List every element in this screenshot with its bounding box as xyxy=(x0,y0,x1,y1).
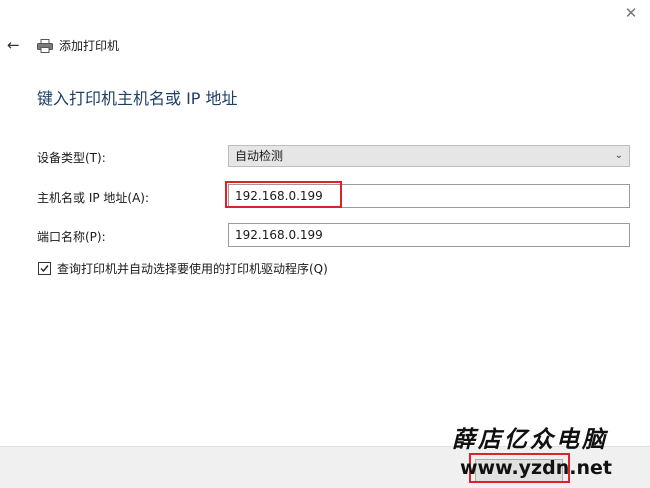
close-icon[interactable]: ✕ xyxy=(624,6,638,21)
query-printer-label[interactable]: 查询打印机并自动选择要使用的打印机驱动程序(Q) xyxy=(57,261,328,277)
wizard-title: 添加打印机 xyxy=(59,39,120,53)
port-name-label: 端口名称(P): xyxy=(37,230,106,244)
device-type-value: 自动检测 xyxy=(235,149,284,163)
back-arrow-icon[interactable]: ← xyxy=(7,36,20,54)
device-type-label: 设备类型(T): xyxy=(37,151,106,165)
device-type-select[interactable]: 自动检测 ⌄ xyxy=(228,145,630,167)
add-printer-window: ✕ ← 添加打印机 键入打印机主机名或 IP 地址 设备类型(T): 自动检测 … xyxy=(0,0,650,488)
checkmark-icon xyxy=(40,265,49,273)
watermark-text: 薛店亿众电脑 xyxy=(452,426,608,453)
query-printer-checkbox[interactable] xyxy=(38,262,51,275)
page-heading: 键入打印机主机名或 IP 地址 xyxy=(37,89,238,108)
printer-icon xyxy=(37,38,53,53)
port-name-input[interactable]: 192.168.0.199 xyxy=(228,223,630,247)
watermark-url: www.yzdn.net xyxy=(460,457,612,479)
hostname-highlight-annotation xyxy=(225,181,342,208)
hostname-label: 主机名或 IP 地址(A): xyxy=(37,191,150,205)
chevron-down-icon: ⌄ xyxy=(614,150,623,161)
port-name-value: 192.168.0.199 xyxy=(235,228,323,242)
